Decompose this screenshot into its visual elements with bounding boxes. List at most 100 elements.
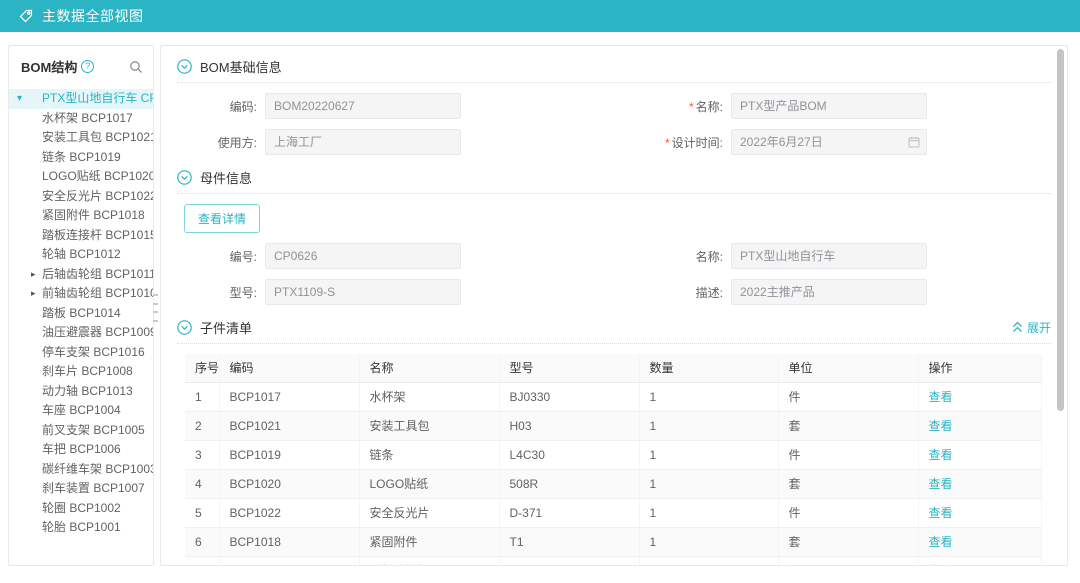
table-cell: 1 <box>185 382 219 411</box>
page-title: 主数据全部视图 <box>42 6 144 26</box>
form-field: 型号:PTX1109-S <box>177 279 635 305</box>
expand-link[interactable]: 展开 <box>1012 319 1051 336</box>
column-header: 型号 <box>499 354 639 382</box>
chevron-right-icon[interactable]: ▸ <box>31 284 36 304</box>
tree-item[interactable]: 油压避震器 BCP1009 <box>9 323 153 343</box>
table-header-row: 序号编码名称型号数量单位操作 <box>185 354 1041 382</box>
form-field: *名称:PTX型产品BOM <box>635 93 1051 119</box>
tree-item-label: 轮胎 BCP1001 <box>42 520 121 534</box>
tree-item[interactable]: LOGO贴纸 BCP1020 <box>9 167 153 187</box>
table-cell: 套 <box>778 527 918 556</box>
tree-item-label: 碳纤维车架 BCP1003 <box>42 462 153 476</box>
tag-icon <box>18 8 34 24</box>
tree-item[interactable]: 停车支架 BCP1016 <box>9 343 153 363</box>
tree-item[interactable]: 刹车片 BCP1008 <box>9 362 153 382</box>
table-cell: 套 <box>778 411 918 440</box>
view-link[interactable]: 查看 <box>929 506 953 520</box>
tree-item[interactable]: ▸后轴齿轮组 BCP1011 <box>9 265 153 285</box>
table-cell-action: 查看 <box>918 498 1041 527</box>
chevron-right-icon[interactable]: ▸ <box>31 265 36 285</box>
tree-item[interactable]: 安全反光片 BCP1022 <box>9 187 153 207</box>
field-input[interactable]: PTX型产品BOM <box>731 93 927 119</box>
tree-item[interactable]: 轮圈 BCP1002 <box>9 499 153 519</box>
vertical-scrollbar[interactable] <box>1057 49 1064 411</box>
tree-item[interactable]: 安装工具包 BCP1021 <box>9 128 153 148</box>
table-row: 1BCP1017水杯架BJ03301件查看 <box>185 382 1041 411</box>
tree-item[interactable]: 踏板 BCP1014 <box>9 304 153 324</box>
app-header: 主数据全部视图 <box>0 0 1080 32</box>
tree-item[interactable]: ▸前轴齿轮组 BCP1010 <box>9 284 153 304</box>
table-cell: 件 <box>778 382 918 411</box>
tree-item[interactable]: 水杯架 BCP1017 <box>9 109 153 129</box>
view-link[interactable]: 查看 <box>929 564 953 566</box>
tree-item[interactable]: 踏板连接杆 BCP1015 <box>9 226 153 246</box>
collapse-circle-icon[interactable] <box>177 320 192 335</box>
section-title: 母件信息 <box>200 168 252 187</box>
table-row: 3BCP1019链条L4C301件查看 <box>185 440 1041 469</box>
table-cell: BCP1021 <box>219 411 359 440</box>
table-cell: 508R <box>499 469 639 498</box>
field-input[interactable]: BOM20220627 <box>265 93 461 119</box>
field-label: 型号: <box>177 284 265 301</box>
tree-item[interactable]: 动力轴 BCP1013 <box>9 382 153 402</box>
view-link[interactable]: 查看 <box>929 390 953 404</box>
tree-item[interactable]: 轮轴 BCP1012 <box>9 245 153 265</box>
field-label: *设计时间: <box>635 134 731 151</box>
table-cell: BCP1020 <box>219 469 359 498</box>
tree-item-label: 水杯架 BCP1017 <box>42 111 133 125</box>
tree-item-label: LOGO贴纸 BCP1020 <box>42 169 153 183</box>
table-cell-action: 查看 <box>918 440 1041 469</box>
tree-item[interactable]: 前叉支架 BCP1005 <box>9 421 153 441</box>
table-cell: BCP1019 <box>219 440 359 469</box>
column-header: 编码 <box>219 354 359 382</box>
tree-item[interactable]: 碳纤维车架 BCP1003 <box>9 460 153 480</box>
search-icon[interactable] <box>129 60 143 74</box>
table-cell: L4C30 <box>499 440 639 469</box>
view-detail-button[interactable]: 查看详情 <box>184 204 260 233</box>
field-input[interactable]: PTX1109-S <box>265 279 461 305</box>
help-icon[interactable]: ? <box>81 60 94 73</box>
tree-item[interactable]: 链条 BCP1019 <box>9 148 153 168</box>
table-cell: 1 <box>639 498 778 527</box>
view-link[interactable]: 查看 <box>929 477 953 491</box>
tree-item-label: 车座 BCP1004 <box>42 403 121 417</box>
field-input[interactable]: 2022年6月27日 <box>731 129 927 155</box>
calendar-icon[interactable] <box>908 136 920 148</box>
tree-item[interactable]: 轮胎 BCP1001 <box>9 518 153 538</box>
form-field: 描述:2022主推产品 <box>635 279 1051 305</box>
field-input[interactable]: PTX型山地自行车 <box>731 243 927 269</box>
section-title: BOM基础信息 <box>200 57 282 76</box>
view-link[interactable]: 查看 <box>929 419 953 433</box>
collapse-circle-icon[interactable] <box>177 170 192 185</box>
form-field: 使用方:上海工厂 <box>177 129 635 155</box>
panel-resize-handle[interactable] <box>153 294 158 322</box>
view-link[interactable]: 查看 <box>929 448 953 462</box>
tree-item[interactable]: 车座 BCP1004 <box>9 401 153 421</box>
collapse-circle-icon[interactable] <box>177 59 192 74</box>
table-row: 2BCP1021安装工具包H031套查看 <box>185 411 1041 440</box>
main-panel: BOM基础信息 编码:BOM20220627*名称:PTX型产品BOM使用方:上… <box>160 45 1068 566</box>
section-title: 子件清单 <box>200 318 252 337</box>
field-input[interactable]: 上海工厂 <box>265 129 461 155</box>
table-cell: 3 <box>185 440 219 469</box>
double-chevron-up-icon <box>1012 321 1023 333</box>
tree-item[interactable]: 刹车装置 BCP1007 <box>9 479 153 499</box>
required-asterisk: * <box>665 136 670 150</box>
field-input[interactable]: 2022主推产品 <box>731 279 927 305</box>
field-input[interactable]: CP0626 <box>265 243 461 269</box>
divider <box>177 343 1051 344</box>
chevron-down-icon[interactable]: ▾ <box>17 89 22 109</box>
table-cell: 1 <box>639 527 778 556</box>
table-cell: 踏板连接杆 <box>359 556 499 566</box>
table-row: 5BCP1022安全反光片D-3711件查看 <box>185 498 1041 527</box>
field-label: 描述: <box>635 284 731 301</box>
table-cell: 1 <box>639 469 778 498</box>
tree-item[interactable]: 车把 BCP1006 <box>9 440 153 460</box>
view-link[interactable]: 查看 <box>929 535 953 549</box>
child-list-table: 序号编码名称型号数量单位操作 1BCP1017水杯架BJ03301件查看2BCP… <box>185 354 1042 566</box>
table-cell: 6 <box>185 527 219 556</box>
tree-item[interactable]: 紧固附件 BCP1018 <box>9 206 153 226</box>
tree-item-label: 动力轴 BCP1013 <box>42 384 133 398</box>
tree-item[interactable]: ▾PTX型山地自行车 CP0626 <box>9 89 153 109</box>
field-label: 名称: <box>635 248 731 265</box>
